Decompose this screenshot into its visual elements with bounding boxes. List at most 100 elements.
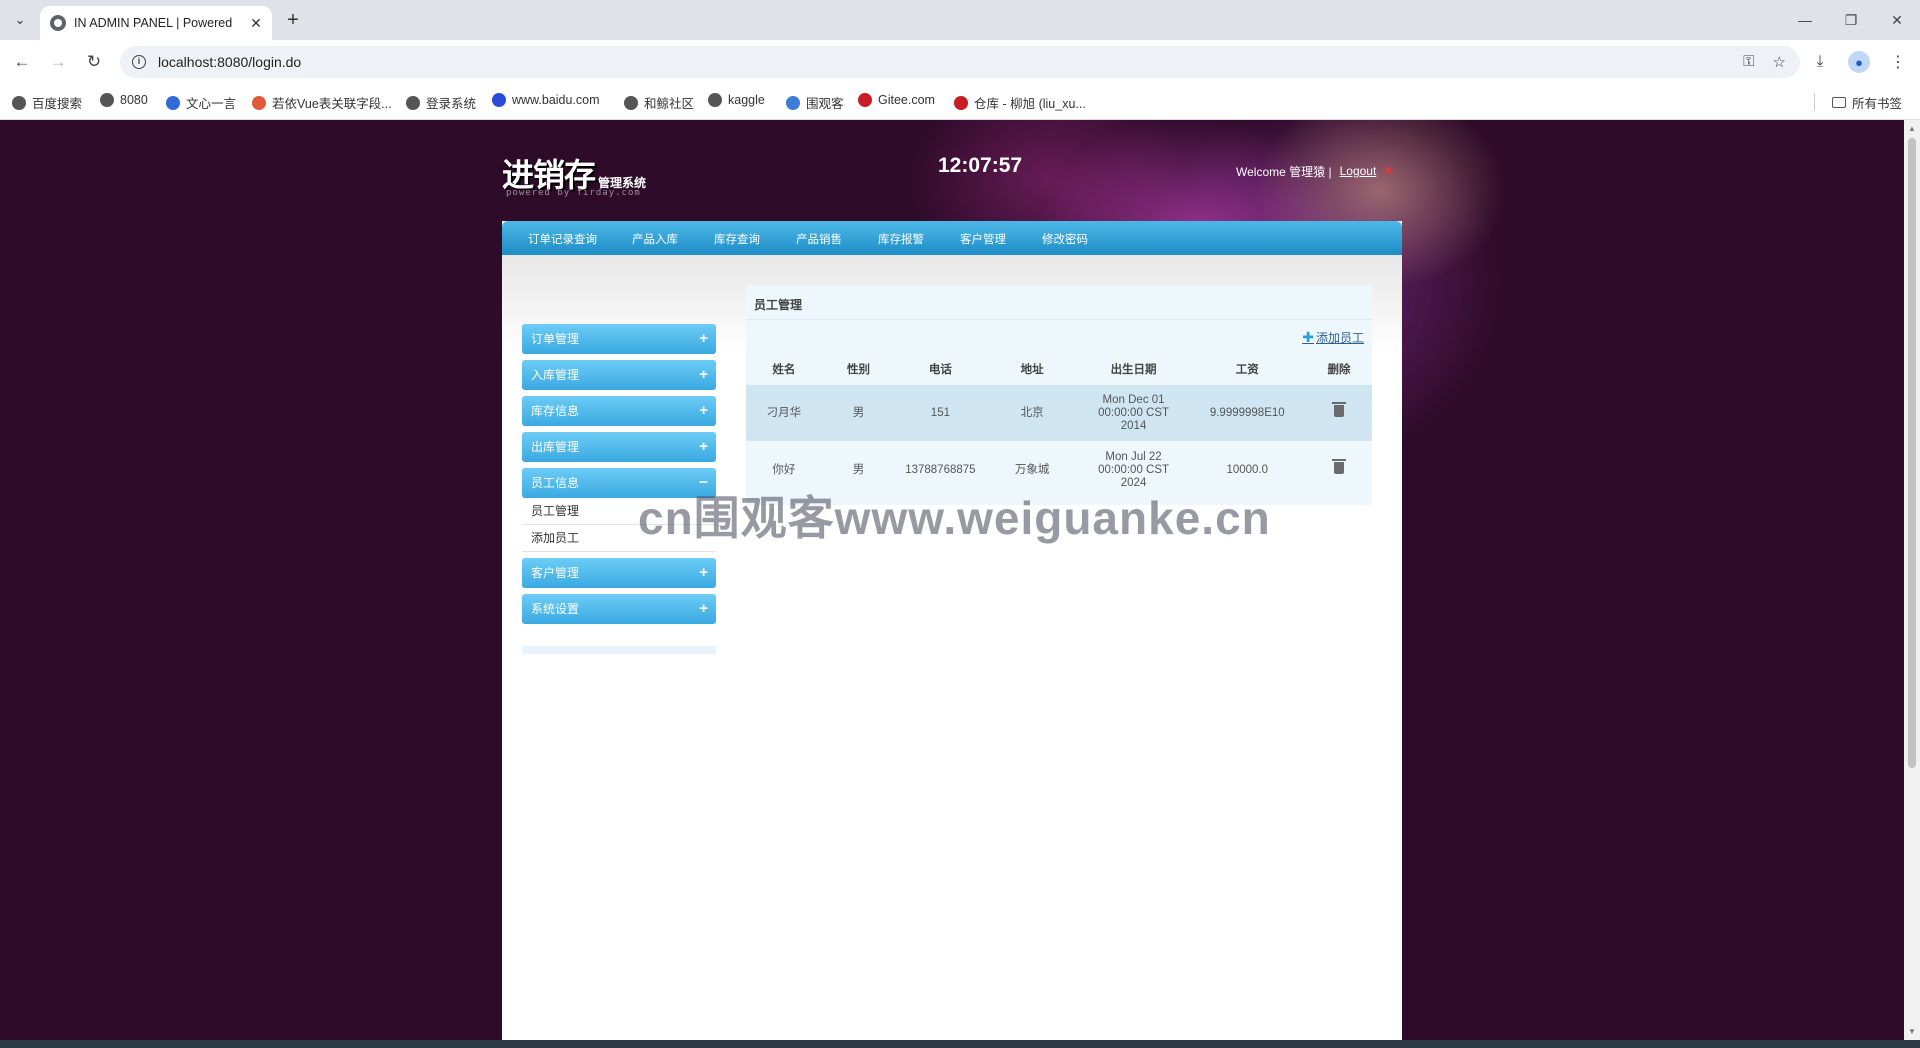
sidebar-item-label: 订单管理 [531, 332, 580, 346]
nav-change-password[interactable]: 修改密码 [1042, 231, 1088, 247]
sidebar-item-customers[interactable]: 客户管理 + [522, 558, 716, 588]
sidebar-item-label: 库存信息 [531, 404, 580, 418]
bookmark-item[interactable]: 仓库 - 柳旭 (liu_xu... [954, 93, 1086, 112]
nav-order-records[interactable]: 订单记录查询 [528, 231, 597, 247]
bookmark-label: www.baidu.com [512, 93, 600, 107]
logout-x-icon[interactable]: ✕ [1382, 162, 1395, 180]
sidebar-item-label: 系统设置 [531, 602, 580, 616]
bookmark-item[interactable]: 百度搜索 [12, 93, 82, 112]
bookmark-favicon-icon [12, 95, 26, 110]
nav-customer-management[interactable]: 客户管理 [960, 231, 1006, 247]
reload-icon[interactable]: ↻ [82, 50, 106, 74]
cell-phone: 151 [895, 385, 986, 441]
new-tab-icon[interactable]: + [282, 9, 304, 31]
bookmark-label: kaggle [728, 93, 765, 107]
restore-icon[interactable]: ❐ [1828, 0, 1874, 40]
cell-address: 北京 [985, 385, 1079, 441]
table-row: 刁月华 男 151 北京 Mon Dec 01 00:00:00 CST 201… [746, 385, 1372, 441]
expand-icon[interactable]: + [699, 396, 708, 426]
sidebar-item-label: 员工信息 [531, 476, 580, 490]
panel-title: 员工管理 [754, 298, 803, 312]
col-header-birth: 出生日期 [1110, 364, 1157, 376]
expand-icon[interactable]: + [699, 594, 708, 624]
bookmark-item[interactable]: www.baidu.com [492, 93, 600, 107]
col-header-gender: 性别 [846, 364, 870, 376]
nav-stock-query[interactable]: 库存查询 [714, 231, 760, 247]
bookmark-item[interactable]: 和鲸社区 [624, 93, 694, 112]
watermark: cn围观客www.weiguanke.cn [638, 492, 1271, 544]
scroll-thumb[interactable] [1908, 138, 1916, 768]
logo-powered-by: powered by firday.com [506, 188, 641, 198]
bookmark-favicon-icon [252, 95, 266, 110]
forward-arrow-icon[interactable]: → [46, 50, 70, 74]
cell-delete [1305, 441, 1372, 499]
scroll-down-icon[interactable]: ▼ [1908, 1027, 1916, 1036]
add-plus-icon: ✚ [1302, 329, 1314, 345]
sidebar-item-inbound[interactable]: 入库管理 + [522, 360, 716, 390]
profile-avatar-icon[interactable]: ● [1848, 51, 1870, 73]
sidebar-item-settings[interactable]: 系统设置 + [522, 594, 716, 624]
cell-gender: 男 [821, 385, 896, 441]
col-header-phone: 电话 [928, 364, 952, 376]
birth-line: Mon Dec 01 [1102, 393, 1165, 406]
nav-stock-alert[interactable]: 库存报警 [878, 231, 924, 247]
back-arrow-icon[interactable]: ← [10, 50, 34, 74]
expand-icon[interactable]: + [699, 360, 708, 390]
expand-icon[interactable]: + [699, 324, 708, 354]
welcome-text: Welcome 管理猿 | [1236, 164, 1332, 179]
url-text: localhost:8080/login.do [158, 54, 302, 70]
browser-tab[interactable]: IN ADMIN PANEL | Powered ✕ [40, 6, 272, 40]
top-nav: 订单记录查询 产品入库 库存查询 产品销售 库存报警 客户管理 修改密码 [502, 221, 1402, 255]
bookmark-label: 8080 [120, 93, 148, 107]
all-bookmarks-folder[interactable]: 所有书签 [1832, 93, 1902, 112]
bookmarks-bar: 百度搜索 8080 文心一言 若依Vue表关联字段... 登录系统 www.baidu.c… [0, 84, 1920, 120]
bookmark-favicon-icon [708, 93, 722, 107]
bookmark-item[interactable]: 围观客 [786, 93, 844, 112]
password-key-icon[interactable]: ⚿ [1743, 53, 1754, 71]
nav-product-inbound[interactable]: 产品入库 [632, 231, 678, 247]
bookmark-item[interactable]: Gitee.com [858, 93, 935, 107]
bookmark-favicon-icon [492, 93, 506, 107]
sidebar-item-label: 入库管理 [531, 368, 580, 382]
scroll-up-icon[interactable]: ▲ [1908, 124, 1916, 133]
window-controls: — ❐ ✕ [1782, 0, 1920, 40]
tab-search-chevron-icon[interactable]: ⌄ [8, 8, 32, 32]
close-tab-icon[interactable]: ✕ [248, 15, 264, 31]
bookmark-item[interactable]: 若依Vue表关联字段... [252, 93, 392, 112]
logout-link[interactable]: Logout [1340, 164, 1377, 178]
bookmark-favicon-icon [166, 95, 180, 110]
bookmark-star-icon[interactable]: ☆ [1773, 53, 1786, 71]
nav-product-sales[interactable]: 产品销售 [796, 231, 842, 247]
cell-salary: 9.9999998E10 [1188, 385, 1306, 441]
trash-icon[interactable] [1331, 402, 1346, 417]
site-info-icon[interactable]: i [132, 55, 146, 69]
cell-name: 刁月华 [746, 385, 822, 441]
employee-panel: 员工管理 ✚ 添加员工 姓名 性别 电话 地址 出生日期 工资 删除 刁月华 男… [746, 285, 1372, 505]
taskbar-strip [0, 1040, 1920, 1048]
page-scrollbar[interactable]: ▲ ▼ [1904, 120, 1920, 1040]
cell-delete [1305, 385, 1372, 441]
expand-icon[interactable]: + [699, 432, 708, 462]
minimize-icon[interactable]: — [1782, 0, 1828, 40]
bookmarks-separator [1814, 93, 1815, 111]
more-menu-icon[interactable]: ⋮ [1886, 50, 1910, 74]
sidebar-item-inventory[interactable]: 库存信息 + [522, 396, 716, 426]
bookmark-label: 百度搜索 [32, 97, 83, 111]
trash-icon[interactable] [1331, 459, 1346, 474]
bookmark-item[interactable]: 文心一言 [166, 93, 236, 112]
download-icon[interactable]: ⤓ [1808, 50, 1832, 74]
sidebar-item-outbound[interactable]: 出库管理 + [522, 432, 716, 462]
bookmark-favicon-icon [624, 95, 638, 110]
expand-icon[interactable]: + [699, 558, 708, 588]
bookmark-item[interactable]: 登录系统 [406, 93, 476, 112]
employee-table: 姓名 性别 电话 地址 出生日期 工资 删除 刁月华 男 151 北京 Mon … [746, 353, 1372, 499]
add-employee-label: 添加员工 [1315, 331, 1364, 345]
add-employee-link[interactable]: ✚ 添加员工 [1302, 329, 1364, 346]
sidebar-item-orders[interactable]: 订单管理 + [522, 324, 716, 354]
bookmark-label: 仓库 - 柳旭 (liu_xu... [974, 97, 1086, 111]
address-bar[interactable]: i localhost:8080/login.do ⚿ ☆ [120, 46, 1800, 78]
bookmark-item[interactable]: 8080 [100, 93, 148, 107]
window-close-icon[interactable]: ✕ [1874, 0, 1920, 40]
bookmark-item[interactable]: kaggle [708, 93, 765, 107]
bookmark-label: 文心一言 [186, 97, 237, 111]
